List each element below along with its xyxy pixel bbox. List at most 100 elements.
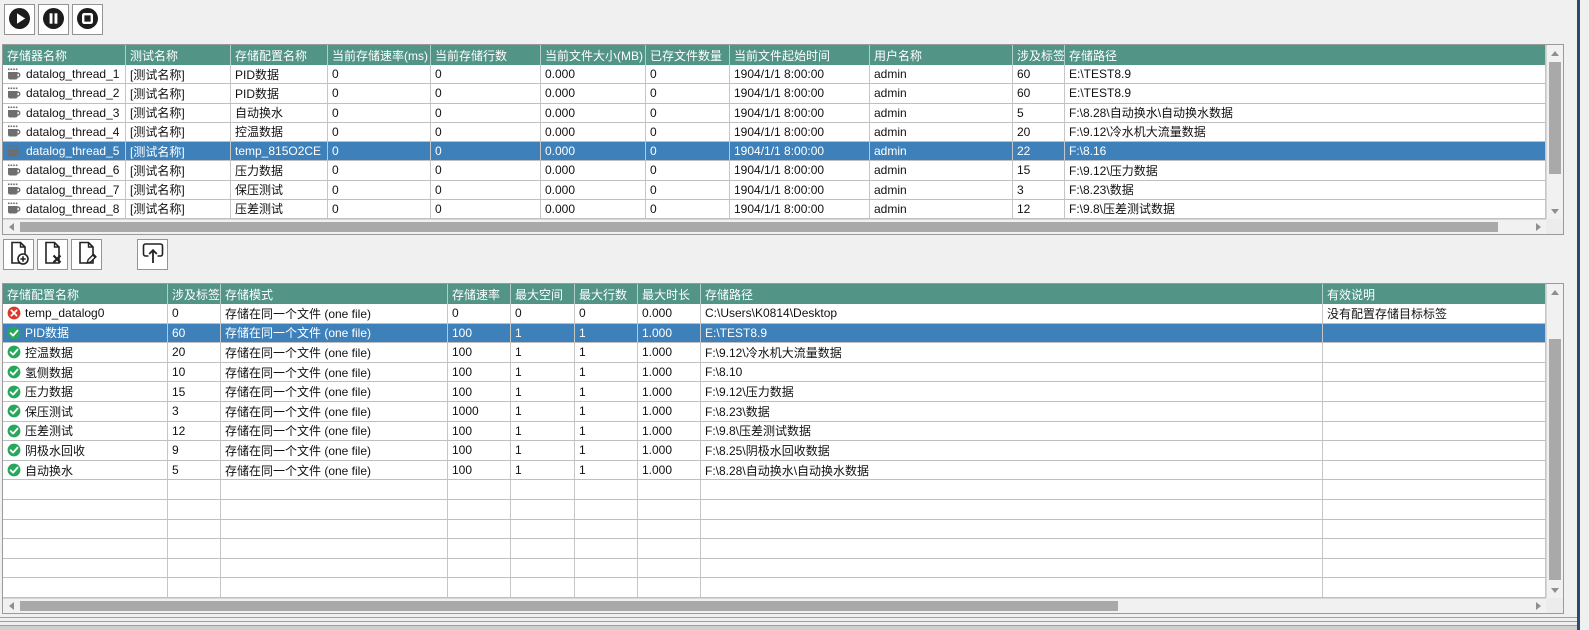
thread-row[interactable]: datalog_thread_4[测试名称]控温数据000.00001904/1…: [3, 123, 1546, 142]
empty-cell: [511, 500, 575, 520]
cell-name: 压力数据: [25, 383, 73, 400]
upload-config-button[interactable]: [137, 239, 168, 270]
threads-table-panel: 存储器名称测试名称存储配置名称当前存储速率(ms)当前存储行数当前文件大小(MB…: [2, 44, 1564, 235]
thread-row[interactable]: datalog_thread_6[测试名称]压力数据000.00001904/1…: [3, 161, 1546, 180]
edit-config-button[interactable]: [71, 239, 102, 270]
empty-row[interactable]: [3, 520, 1546, 540]
cell-config: 控温数据: [231, 123, 328, 142]
empty-cell: [511, 578, 575, 598]
cell-start: 1904/1/1 8:00:00: [730, 161, 870, 180]
cell-lines: 0: [431, 104, 541, 123]
threads-vertical-scrollbar[interactable]: [1546, 45, 1563, 219]
cell-note: [1323, 382, 1546, 402]
config-row[interactable]: 压力数据15存储在同一个文件 (one file)100111.000F:\9.…: [3, 382, 1546, 402]
scroll-right-button[interactable]: [1530, 220, 1546, 234]
pause-button[interactable]: [38, 4, 69, 35]
empty-cell: [221, 520, 448, 540]
empty-cell: [701, 559, 1323, 579]
empty-cell: [168, 500, 221, 520]
empty-cell: [448, 500, 511, 520]
configs-horizontal-scrollbar[interactable]: [3, 598, 1546, 613]
cell-lines: 1: [575, 382, 638, 402]
cell-size: 0.000: [541, 65, 646, 84]
empty-row[interactable]: [3, 578, 1546, 598]
scroll-left-button[interactable]: [3, 599, 19, 613]
thread-row[interactable]: datalog_thread_2[测试名称]PID数据000.00001904/…: [3, 84, 1546, 103]
scroll-down-button[interactable]: [1547, 582, 1563, 598]
stop-button[interactable]: [72, 4, 103, 35]
cell-start: 1904/1/1 8:00:00: [730, 123, 870, 142]
config-toolbar: [3, 239, 168, 270]
empty-cell: [1323, 578, 1546, 598]
thread-row[interactable]: datalog_thread_1[测试名称]PID数据000.00001904/…: [3, 65, 1546, 84]
cell-rate: 100: [448, 324, 511, 344]
empty-row[interactable]: [3, 559, 1546, 579]
column-header: 存储速率: [448, 284, 511, 304]
empty-cell: [3, 578, 168, 598]
config-row[interactable]: temp_datalog00存储在同一个文件 (one file)0000.00…: [3, 304, 1546, 324]
config-row[interactable]: 阴极水回收9存储在同一个文件 (one file)100111.000F:\8.…: [3, 441, 1546, 461]
datalog-thread-icon: [7, 125, 22, 138]
scroll-thumb[interactable]: [1549, 62, 1561, 174]
add-config-button[interactable]: [3, 239, 34, 270]
scroll-thumb[interactable]: [20, 601, 1118, 611]
column-header: 存储器名称: [3, 45, 126, 65]
empty-cell: [575, 520, 638, 540]
config-row[interactable]: 自动换水5存储在同一个文件 (one file)100111.000F:\8.2…: [3, 461, 1546, 481]
cell-path: E:\TEST8.9: [1065, 84, 1546, 103]
cell-path: C:\Users\K0814\Desktop: [701, 304, 1323, 324]
threads-horizontal-scrollbar[interactable]: [3, 219, 1546, 234]
thread-row[interactable]: datalog_thread_7[测试名称]保压测试000.00001904/1…: [3, 181, 1546, 200]
cell-name: datalog_thread_8: [26, 202, 119, 216]
cell-name: datalog_thread_2: [3, 84, 126, 103]
scroll-thumb[interactable]: [20, 222, 1498, 232]
cell-tags: 3: [168, 402, 221, 422]
down-arrow-icon: [1551, 588, 1559, 593]
datalog-thread-icon: [7, 68, 22, 81]
column-header: 最大空间: [511, 284, 575, 304]
cell-test: [测试名称]: [126, 161, 231, 180]
scroll-up-button[interactable]: [1547, 284, 1563, 300]
cell-rate: 100: [448, 382, 511, 402]
empty-row[interactable]: [3, 480, 1546, 500]
empty-row[interactable]: [3, 539, 1546, 559]
start-button[interactable]: [4, 4, 35, 35]
config-row[interactable]: 压差测试12存储在同一个文件 (one file)100111.000F:\9.…: [3, 422, 1546, 442]
thread-row[interactable]: datalog_thread_3[测试名称]自动换水000.00001904/1…: [3, 104, 1546, 123]
cell-name: temp_datalog0: [3, 304, 168, 324]
empty-cell: [3, 539, 168, 559]
config-row[interactable]: 保压测试3存储在同一个文件 (one file)1000111.000F:\8.…: [3, 402, 1546, 422]
scroll-down-button[interactable]: [1547, 203, 1563, 219]
cell-path: E:\TEST8.9: [701, 324, 1323, 344]
cell-rate: 0: [328, 104, 431, 123]
configs-vertical-scrollbar[interactable]: [1546, 284, 1563, 598]
scroll-thumb[interactable]: [1549, 339, 1561, 580]
config-row[interactable]: 氢侧数据10存储在同一个文件 (one file)100111.000F:\8.…: [3, 363, 1546, 383]
empty-row[interactable]: [3, 500, 1546, 520]
cell-rate: 0: [328, 65, 431, 84]
cell-tags: 60: [1013, 84, 1065, 103]
cell-mode: 存储在同一个文件 (one file): [221, 402, 448, 422]
empty-cell: [701, 578, 1323, 598]
config-row[interactable]: 控温数据20存储在同一个文件 (one file)100111.000F:\9.…: [3, 343, 1546, 363]
scroll-right-button[interactable]: [1530, 599, 1546, 613]
delete-config-button[interactable]: [37, 239, 68, 270]
thread-row[interactable]: datalog_thread_5[测试名称]temp_815O2CE000.00…: [3, 142, 1546, 161]
empty-cell: [168, 480, 221, 500]
cell-name: 氢侧数据: [3, 363, 168, 383]
empty-cell: [221, 559, 448, 579]
cell-start: 1904/1/1 8:00:00: [730, 142, 870, 161]
config-row[interactable]: PID数据60存储在同一个文件 (one file)100111.000E:\T…: [3, 324, 1546, 344]
cell-name: datalog_thread_3: [3, 104, 126, 123]
cell-tags: 12: [1013, 200, 1065, 219]
cell-tags: 22: [1013, 142, 1065, 161]
window-bottom-splitter[interactable]: [0, 617, 1577, 630]
scroll-left-button[interactable]: [3, 220, 19, 234]
run-toolbar: [4, 4, 103, 35]
thread-row[interactable]: datalog_thread_8[测试名称]压差测试000.00001904/1…: [3, 200, 1546, 219]
status-ok-icon: [7, 365, 21, 379]
scroll-up-button[interactable]: [1547, 45, 1563, 61]
cell-test: [测试名称]: [126, 181, 231, 200]
file-edit-icon: [74, 240, 100, 269]
pause-icon: [41, 6, 66, 34]
